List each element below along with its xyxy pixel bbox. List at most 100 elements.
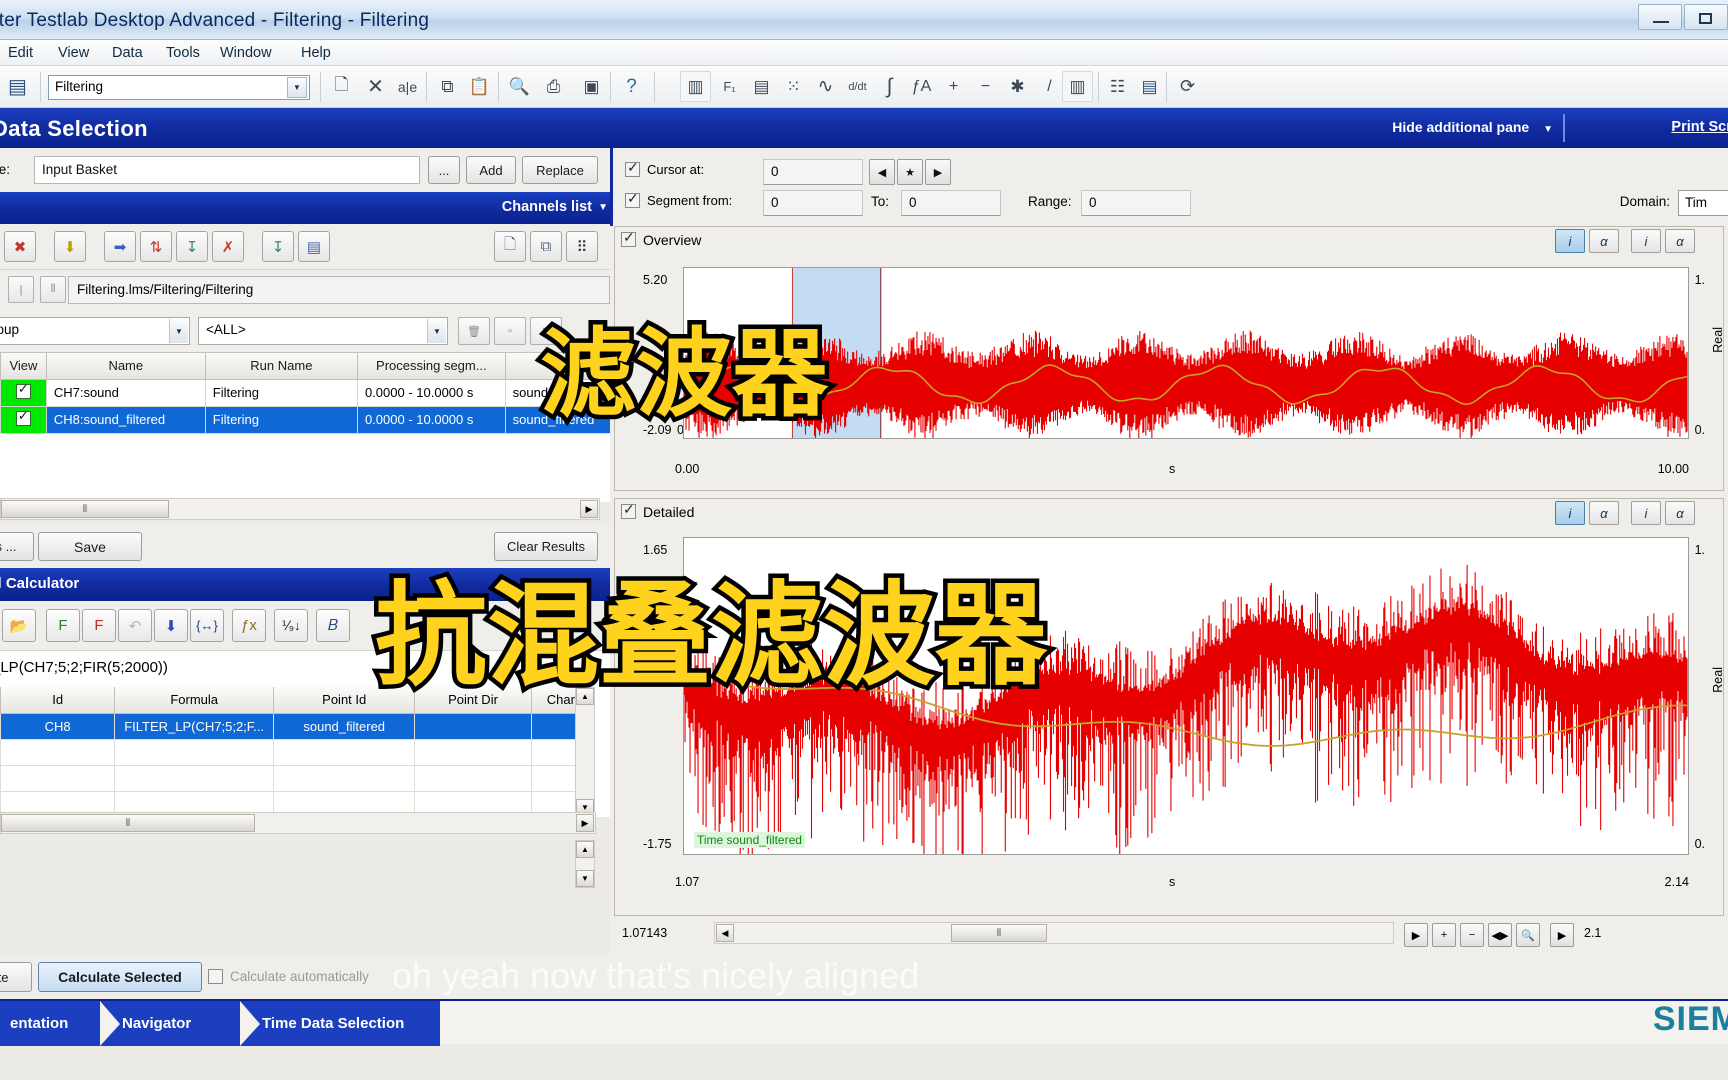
calculate-button[interactable]: te <box>0 962 32 992</box>
channel-path-field[interactable]: Filtering.lms/Filtering/Filtering <box>68 276 610 304</box>
bold-b-icon[interactable]: 𝐵 <box>316 609 350 642</box>
overview-checkbox[interactable] <box>621 229 636 247</box>
play-icon[interactable]: ▶ <box>1404 923 1428 947</box>
detailed-tab-2[interactable]: α <box>1589 501 1619 525</box>
add-button[interactable]: Add <box>466 156 516 184</box>
zoom-in-icon[interactable]: + <box>1432 923 1456 947</box>
window-controls[interactable] <box>1638 4 1728 30</box>
save-as-button[interactable]: s ... <box>0 532 34 561</box>
col-name[interactable]: Name <box>45 353 206 380</box>
table-row[interactable]: CH8 FILTER_LP(CH7;5;2;F... sound_filtere… <box>0 712 595 740</box>
scroll-down-icon[interactable]: ▼ <box>576 870 594 887</box>
layout-icon[interactable]: ▣ <box>576 71 607 102</box>
col-formula[interactable]: Formula <box>114 687 275 714</box>
row-view-checkbox[interactable] <box>0 405 47 434</box>
minus-icon[interactable]: − <box>970 71 1001 102</box>
clear-filter-icon[interactable]: ▫ <box>494 317 526 345</box>
lower-vscrollbar[interactable]: ▲ ▼ <box>575 840 595 888</box>
add-to-display-icon[interactable]: ↧ <box>176 231 208 262</box>
new-formula-icon[interactable]: F <box>46 609 80 642</box>
row-view-checkbox[interactable] <box>0 378 47 407</box>
undo-icon[interactable]: ↶ <box>118 609 152 642</box>
group-select[interactable]: roup ▼ <box>0 317 190 345</box>
menu-item-edit[interactable]: Edit <box>2 44 39 62</box>
overview-canvas[interactable] <box>683 267 1689 439</box>
grid-view-icon[interactable]: ⠿ <box>566 231 598 262</box>
channels-list-header[interactable]: Channels list ▼ <box>0 192 610 224</box>
scatter-icon[interactable]: ⁙ <box>778 71 809 102</box>
col-run[interactable]: Run Name <box>204 353 358 380</box>
chevron-down-icon[interactable]: ▼ <box>1543 124 1553 135</box>
open-folder-icon[interactable]: 📂 <box>2 609 36 642</box>
overview-tab-1[interactable]: i <box>1555 229 1585 253</box>
chevron-down-icon[interactable]: ▼ <box>427 319 446 343</box>
report-icon[interactable]: ☷ <box>1102 71 1133 102</box>
replace-button[interactable]: Replace <box>522 156 598 184</box>
formula-hscrollbar[interactable]: ⦀ ▶ <box>0 812 596 834</box>
col-segment[interactable]: Processing segm... <box>356 353 506 380</box>
import-down-icon[interactable]: ⬇ <box>54 231 86 262</box>
remove-channel-icon[interactable]: ✖ <box>4 231 36 262</box>
checkbox-box[interactable] <box>208 969 223 984</box>
save-icon[interactable]: ▤ <box>2 71 33 102</box>
col-view[interactable]: View <box>0 353 47 380</box>
segment-to-input[interactable]: 0 <box>901 190 1001 216</box>
overview-tab-2[interactable]: α <box>1589 229 1619 253</box>
apply-down-icon[interactable]: ⬇ <box>154 609 188 642</box>
srs-icon[interactable]: ▥ <box>1062 71 1093 102</box>
print-screen-link[interactable]: Print Scree <box>1671 119 1728 135</box>
new-document-icon[interactable]: 🗋 <box>326 71 357 102</box>
delete-x-icon[interactable]: ✕ <box>360 71 391 102</box>
scrollbar-thumb[interactable]: ⦀ <box>951 924 1047 942</box>
channels-hscrollbar[interactable]: ⦀ ▶ <box>0 498 600 520</box>
chevron-down-icon[interactable]: ▼ <box>598 202 608 213</box>
insert-icon[interactable]: ↧ <box>262 231 294 262</box>
save-report-icon[interactable]: ▤ <box>1134 71 1165 102</box>
all-select[interactable]: <ALL> ▼ <box>198 317 448 345</box>
menu-item-view[interactable]: View <box>52 44 95 62</box>
scroll-right-icon[interactable]: ▶ <box>576 814 594 832</box>
nav-item-time-data-selection[interactable]: Time Data Selection <box>240 1001 440 1046</box>
nav-item-documentation[interactable]: entation <box>0 1001 100 1046</box>
function-icon[interactable]: ƒA <box>906 71 937 102</box>
fit-width-icon[interactable]: ◀▶ <box>1488 923 1512 947</box>
domain-select[interactable]: Tim <box>1678 190 1728 216</box>
remove-display-icon[interactable]: ✗ <box>212 231 244 262</box>
print-icon[interactable]: ⎙ <box>538 71 569 102</box>
path-back-icon[interactable]: | <box>8 276 34 303</box>
scroll-right-icon[interactable]: ▶ <box>580 500 598 518</box>
move-right-icon[interactable]: ➡ <box>104 231 136 262</box>
scrollbar-thumb[interactable]: ⦀ <box>1 814 255 832</box>
col-id[interactable]: Id <box>0 687 116 714</box>
integral-icon[interactable]: ∫ <box>874 71 905 102</box>
table-row[interactable] <box>0 738 595 766</box>
restore-button[interactable] <box>1684 4 1728 30</box>
chevron-down-icon[interactable]: ▼ <box>287 77 307 98</box>
menu-item-data[interactable]: Data <box>106 44 149 62</box>
detailed-tab-3[interactable]: i <box>1631 501 1661 525</box>
rename-icon[interactable]: a|e <box>392 71 423 102</box>
swap-icon[interactable]: ⇅ <box>140 231 172 262</box>
browse-button[interactable]: ... <box>428 156 460 184</box>
calculate-automatically-checkbox[interactable]: Calculate automatically <box>208 969 369 984</box>
copy-icon[interactable]: ⧉ <box>432 71 463 102</box>
overview-tab-4[interactable]: α <box>1665 229 1695 253</box>
detailed-checkbox[interactable] <box>621 501 636 519</box>
step-forward-icon[interactable]: ▶ <box>1550 923 1574 947</box>
frf-icon[interactable]: F₁ <box>714 71 745 102</box>
asterisk-icon[interactable]: ✱ <box>1002 71 1033 102</box>
cursor-center-icon[interactable]: ★ <box>897 159 923 185</box>
nav-item-navigator[interactable]: Navigator <box>100 1001 240 1046</box>
braces-icon[interactable]: {↔} <box>190 609 224 642</box>
save-button[interactable]: Save <box>38 532 142 561</box>
fft-icon[interactable]: ▥ <box>680 71 711 102</box>
derivative-icon[interactable]: d/dt <box>842 71 873 102</box>
plot-hscrollbar[interactable]: ◀ ⦀ <box>714 922 1394 944</box>
divide-icon[interactable]: / <box>1034 71 1065 102</box>
range-input[interactable]: 0 <box>1081 190 1191 216</box>
segment-checkbox[interactable] <box>625 190 640 208</box>
cursor-at-input[interactable]: 0 <box>763 159 863 185</box>
menu-item-window[interactable]: Window <box>214 44 278 62</box>
detailed-tab-4[interactable]: α <box>1665 501 1695 525</box>
browser-icon[interactable]: ⟳ <box>1172 71 1203 102</box>
